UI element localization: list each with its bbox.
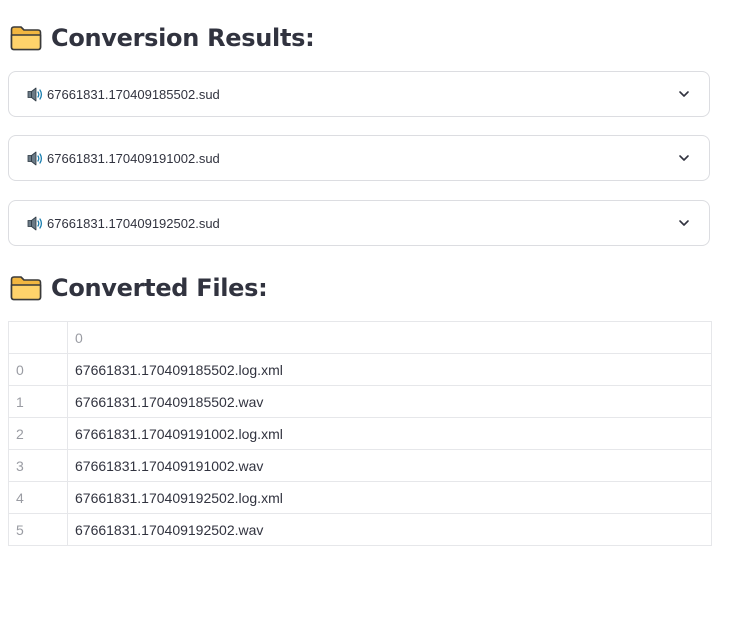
chevron-down-icon[interactable] <box>677 216 691 230</box>
row-index: 1 <box>8 385 68 418</box>
conversion-results-heading: Conversion Results: <box>10 20 315 56</box>
table-cell[interactable]: 67661831.170409192502.wav <box>67 513 712 546</box>
table-cell[interactable]: 67661831.170409185502.wav <box>67 385 712 418</box>
row-index: 4 <box>8 481 68 514</box>
folder-icon <box>10 26 42 51</box>
folder-icon <box>10 276 42 301</box>
table-cell[interactable]: 67661831.170409191002.wav <box>67 449 712 482</box>
table-header-row: 0 <box>8 321 712 354</box>
expander-file-1[interactable]: 67661831.170409191002.sud <box>8 135 710 181</box>
table-row[interactable]: 2 67661831.170409191002.log.xml <box>8 417 712 450</box>
table-cell[interactable]: 67661831.170409192502.log.xml <box>67 481 712 514</box>
expander-label: 67661831.170409185502.sud <box>47 86 220 102</box>
column-header[interactable]: 0 <box>67 321 712 354</box>
expander-label: 67661831.170409192502.sud <box>47 215 220 231</box>
speaker-icon <box>27 87 43 101</box>
table-cell[interactable]: 67661831.170409185502.log.xml <box>67 353 712 386</box>
table-row[interactable]: 1 67661831.170409185502.wav <box>8 385 712 418</box>
index-header <box>8 321 68 354</box>
table-cell[interactable]: 67661831.170409191002.log.xml <box>67 417 712 450</box>
chevron-down-icon[interactable] <box>677 87 691 101</box>
converted-files-table[interactable]: 0 0 67661831.170409185502.log.xml 1 6766… <box>8 321 712 546</box>
expander-label: 67661831.170409191002.sud <box>47 150 220 166</box>
table-row[interactable]: 4 67661831.170409192502.log.xml <box>8 481 712 514</box>
section-title: Conversion Results: <box>51 24 315 52</box>
row-index: 5 <box>8 513 68 546</box>
table-row[interactable]: 3 67661831.170409191002.wav <box>8 449 712 482</box>
table-row[interactable]: 0 67661831.170409185502.log.xml <box>8 353 712 386</box>
row-index: 2 <box>8 417 68 450</box>
row-index: 0 <box>8 353 68 386</box>
table-row[interactable]: 5 67661831.170409192502.wav <box>8 513 712 546</box>
chevron-down-icon[interactable] <box>677 151 691 165</box>
speaker-icon <box>27 151 43 165</box>
expander-file-0[interactable]: 67661831.170409185502.sud <box>8 71 710 117</box>
section-title: Converted Files: <box>51 274 268 302</box>
speaker-icon <box>27 216 43 230</box>
row-index: 3 <box>8 449 68 482</box>
converted-files-heading: Converted Files: <box>10 270 268 306</box>
expander-file-2[interactable]: 67661831.170409192502.sud <box>8 200 710 246</box>
